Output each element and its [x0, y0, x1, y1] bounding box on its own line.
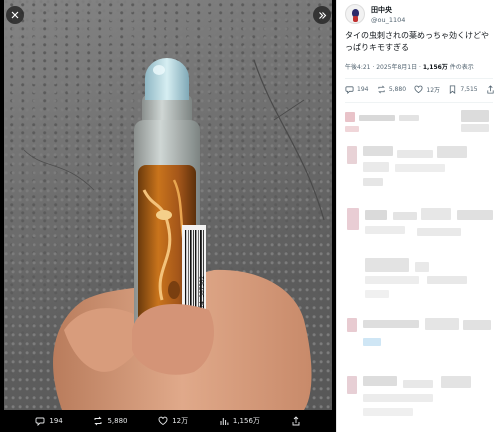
- viewer-action-bar: 194 5,880 12万 1,156万: [0, 410, 336, 432]
- repost-button[interactable]: 5,880: [377, 85, 406, 94]
- share-icon: [487, 85, 494, 94]
- tweet-photo[interactable]: 8 857124 307502: [4, 0, 332, 410]
- share-icon: [292, 416, 300, 426]
- media-viewer: 8 857124 307502 194 5,880 12万 1,156万: [0, 0, 336, 432]
- tweet-meta: 午後4:21 · 2025年8月1日 · 1,156万 件の表示: [345, 62, 474, 71]
- viewer-repost-button[interactable]: 5,880: [93, 416, 128, 426]
- avatar[interactable]: [345, 4, 365, 24]
- like-count: 12万: [426, 87, 441, 94]
- viewer-repost-count: 5,880: [107, 417, 128, 425]
- share-button[interactable]: [486, 85, 495, 94]
- repost-count: 5,880: [388, 86, 407, 93]
- tweet-author[interactable]: 田中央 @ou_1104: [345, 4, 405, 24]
- bookmark-count: 7,515: [460, 86, 478, 93]
- viewer-reply-count: 194: [49, 417, 63, 425]
- tweet-text: タイの虫刺されの薬めっちゃ効くけどやっぱりキモすぎる: [345, 31, 489, 52]
- like-icon: [158, 416, 168, 426]
- reply-icon: [35, 417, 45, 426]
- bookmark-button[interactable]: 7,515: [448, 85, 478, 94]
- like-icon: [414, 85, 423, 94]
- chevron-right-icon: [318, 11, 326, 19]
- viewer-views-button[interactable]: 1,156万: [219, 416, 260, 426]
- reply-button[interactable]: 194: [345, 85, 368, 94]
- viewer-view-count: 1,156万: [232, 417, 260, 425]
- tweet-action-row: 194 5,880 12万 7,515: [345, 85, 495, 94]
- bookmark-icon: [450, 85, 456, 94]
- author-handle[interactable]: @ou_1104: [371, 16, 405, 24]
- viewer-like-count: 12万: [172, 417, 189, 425]
- viewer-like-button[interactable]: 12万: [158, 416, 188, 426]
- repost-icon: [94, 416, 103, 426]
- next-button[interactable]: [313, 6, 331, 24]
- tweet-time[interactable]: 午後4:21 · 2025年8月1日 ·: [345, 64, 423, 71]
- divider: [345, 78, 493, 79]
- reply-icon: [345, 86, 354, 94]
- tweet-view-number: 1,156万: [422, 64, 448, 71]
- divider: [345, 102, 493, 103]
- viewer-reply-button[interactable]: 194: [35, 416, 63, 426]
- reply-count: 194: [357, 86, 369, 93]
- author-display-name[interactable]: 田中央: [371, 5, 405, 15]
- tweet-detail-panel: 田中央 @ou_1104 タイの虫刺されの薬めっちゃ効くけどやっぱりキモすぎる …: [336, 0, 500, 432]
- tweet-view-suffix: 件の表示: [447, 64, 474, 71]
- close-button[interactable]: [6, 6, 24, 24]
- views-icon: [220, 418, 229, 425]
- repost-icon: [378, 85, 385, 94]
- like-button[interactable]: 12万: [414, 85, 440, 94]
- close-icon: [11, 11, 19, 19]
- bottle-photo-illustration: 8 857124 307502: [23, 58, 325, 410]
- viewer-share-button[interactable]: [291, 416, 301, 426]
